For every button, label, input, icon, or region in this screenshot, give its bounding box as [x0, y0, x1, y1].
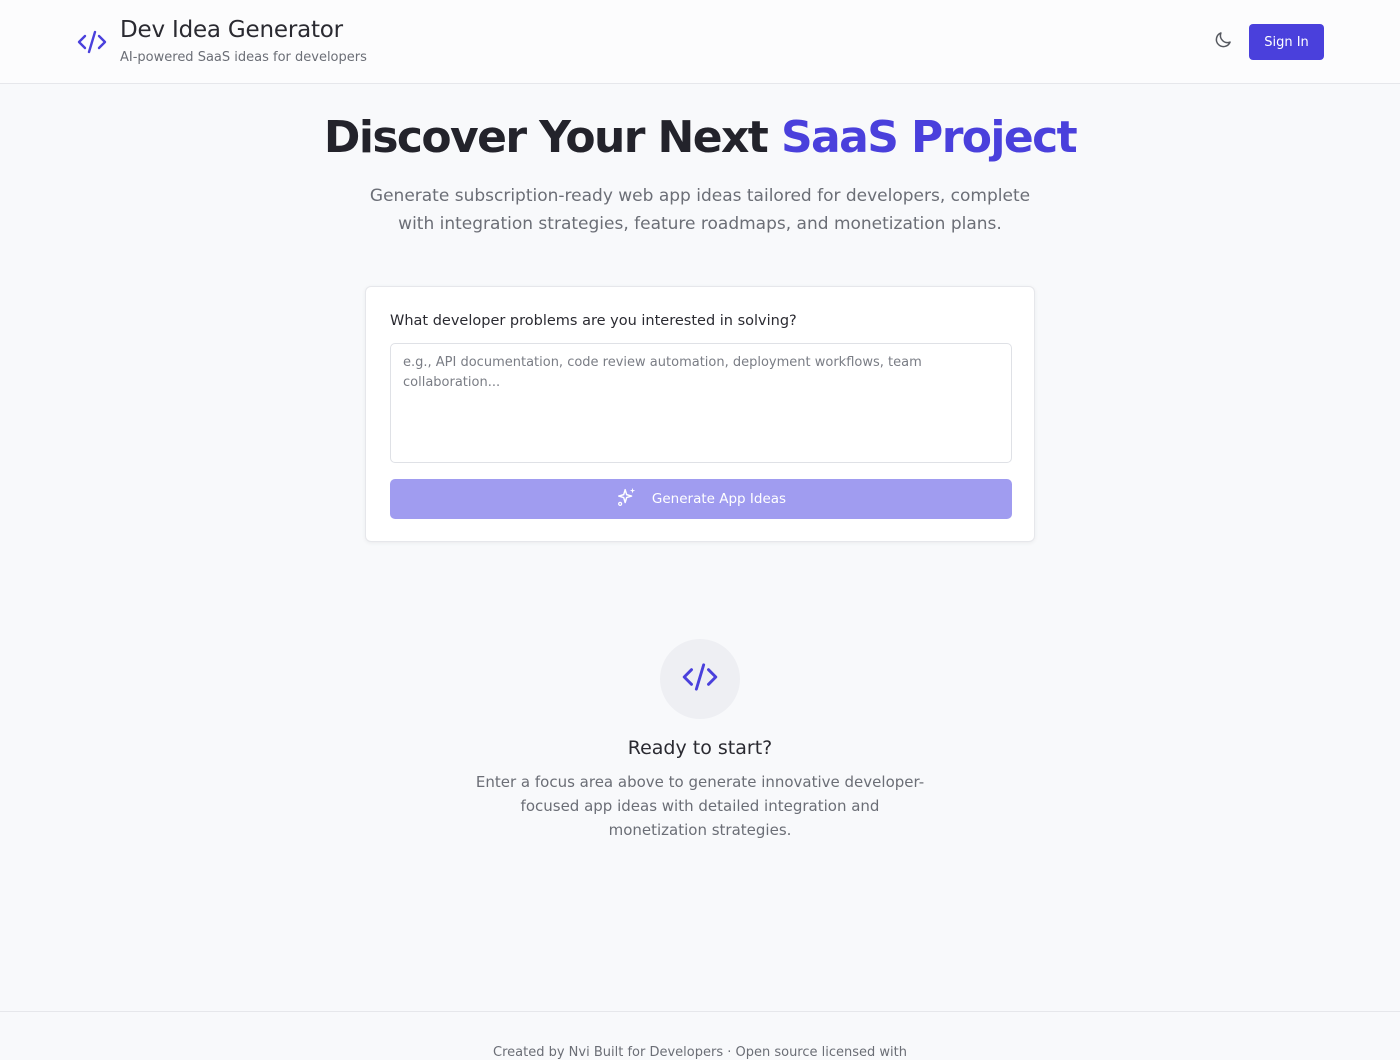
- empty-state-description: Enter a focus area above to generate inn…: [475, 773, 925, 839]
- hero-title-accent: SaaS Project: [780, 112, 1078, 163]
- idea-form-card: What developer problems are you interest…: [365, 286, 1035, 542]
- code-brackets-icon: [76, 28, 108, 56]
- top-header: Dev Idea Generator AI-powered SaaS ideas…: [0, 0, 1400, 84]
- hero-title: Discover Your Next SaaS Project: [0, 112, 1400, 163]
- empty-state-title: Ready to start?: [627, 737, 773, 759]
- moon-icon: [1213, 30, 1233, 54]
- generate-button-label: Generate App Ideas: [651, 491, 787, 507]
- footer-text: Created by Nvi Built for Developers · Op…: [493, 1045, 907, 1060]
- theme-toggle-button[interactable]: [1208, 28, 1238, 56]
- hero-title-main: Discover Your Next: [323, 112, 781, 163]
- sign-in-button[interactable]: Sign In: [1249, 24, 1324, 60]
- generate-app-ideas-button[interactable]: Generate App Ideas: [390, 479, 1012, 519]
- focus-area-label: What developer problems are you interest…: [390, 313, 797, 329]
- app-title: Dev Idea Generator: [120, 17, 343, 43]
- sparkles-icon: [616, 486, 638, 512]
- page-footer: Created by Nvi Built for Developers · Op…: [0, 1011, 1400, 1060]
- app-subtitle: AI-powered SaaS ideas for developers: [120, 50, 367, 65]
- empty-state-icon-circle: [660, 639, 740, 719]
- hero-subtitle: Generate subscription-ready web app idea…: [369, 186, 1031, 234]
- focus-area-input[interactable]: [390, 343, 1012, 463]
- code-brackets-icon: [680, 660, 720, 698]
